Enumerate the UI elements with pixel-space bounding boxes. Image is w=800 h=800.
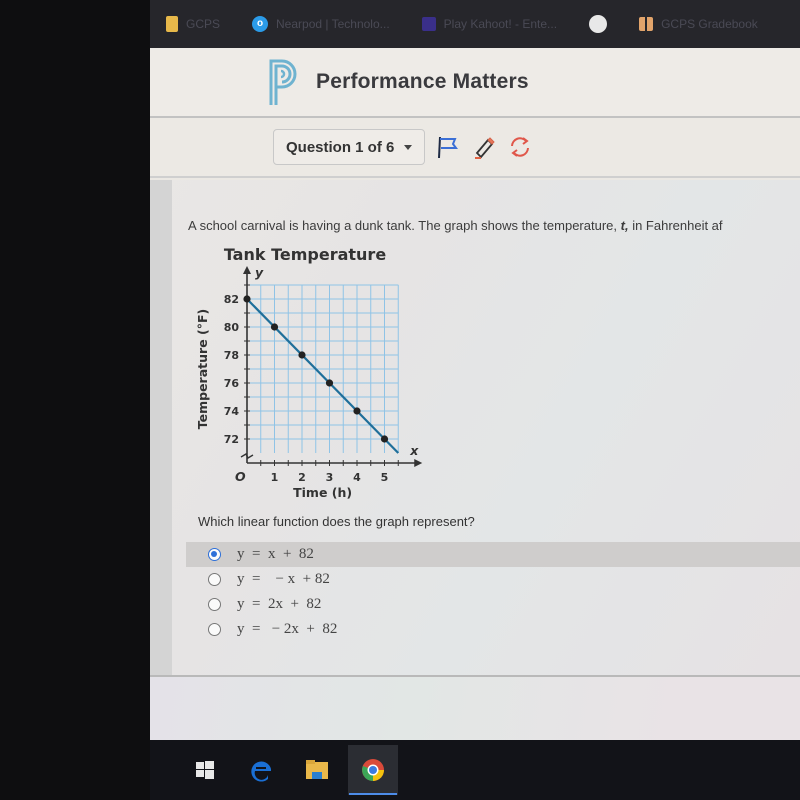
pencil-icon[interactable] bbox=[471, 134, 497, 160]
tank-temperature-chart: Tank Temperature y x O 1 2 3 4 5 72 74 76 78 80 82 Time… bbox=[195, 240, 423, 510]
answer-option[interactable]: y = 2x + 82 bbox=[186, 592, 800, 617]
question-prompt: A school carnival is having a dunk tank.… bbox=[188, 218, 723, 233]
y-tick-label: 72 bbox=[224, 433, 239, 446]
brand-title: Performance Matters bbox=[316, 70, 529, 93]
chrome-icon bbox=[362, 759, 384, 781]
prompt-variable: t, bbox=[620, 218, 629, 233]
x-axis-title: Time (h) bbox=[293, 485, 352, 500]
globe-icon bbox=[589, 15, 608, 33]
footer-band bbox=[150, 675, 800, 740]
data-point bbox=[380, 435, 389, 443]
bookmark-label: GCPS Gradebook bbox=[661, 17, 758, 31]
axis-break-icon bbox=[240, 453, 254, 459]
chart-title: Tank Temperature bbox=[224, 245, 386, 264]
series-line bbox=[246, 298, 400, 454]
chart-svg: Tank Temperaturey x O 1 2 3 4 5 72 74 76 78 80 82 Time… bbox=[195, 245, 423, 500]
question-select[interactable]: Question 1 of 6 bbox=[273, 129, 426, 165]
taskbar-start[interactable] bbox=[180, 745, 230, 795]
windows-start-icon bbox=[196, 761, 214, 779]
bookmark-gradebook[interactable]: GCPS Gradebook bbox=[639, 17, 758, 31]
data-point bbox=[270, 323, 279, 331]
bookmark-nearpod[interactable]: o Nearpod | Technolo... bbox=[252, 16, 390, 32]
bookmark-label: GCPS bbox=[186, 17, 221, 31]
flag-icon[interactable] bbox=[435, 134, 461, 160]
radio-icon[interactable] bbox=[208, 598, 221, 611]
folder-icon bbox=[166, 16, 178, 32]
y-tick-label: 80 bbox=[224, 321, 240, 334]
prompt-text: A school carnival is having a dunk tank.… bbox=[188, 218, 621, 233]
y-tick-label: 76 bbox=[224, 377, 240, 390]
data-point bbox=[353, 407, 361, 415]
taskbar-file-explorer[interactable] bbox=[292, 745, 342, 795]
edge-icon bbox=[251, 761, 271, 782]
radio-selected-icon[interactable] bbox=[208, 548, 221, 561]
bookmark-label: Play Kahoot! - Ente... bbox=[443, 17, 558, 31]
x-axis-letter: x bbox=[409, 443, 419, 458]
question-ask: Which linear function does the graph rep… bbox=[198, 514, 475, 529]
y-axis-arrow-icon bbox=[243, 266, 251, 274]
taskbar bbox=[150, 740, 800, 800]
answer-option[interactable]: y = x + 82 bbox=[186, 542, 800, 567]
x-axis-arrow-icon bbox=[414, 459, 423, 467]
x-tick-label: 2 bbox=[298, 471, 306, 484]
y-tick-label: 82 bbox=[224, 293, 239, 306]
bookmark-label: Nearpod | Technolo... bbox=[276, 17, 390, 31]
refresh-icon[interactable] bbox=[507, 134, 533, 160]
page: Performance Matters Question 1 of 6 A sc… bbox=[150, 48, 800, 740]
bookmark-kahoot[interactable]: Play Kahoot! - Ente... bbox=[421, 17, 558, 31]
answer-option[interactable]: y = − 2x + 82 bbox=[186, 617, 800, 642]
app-header: Performance Matters bbox=[150, 48, 800, 118]
performance-matters-logo bbox=[268, 57, 302, 107]
bookmark-globe[interactable] bbox=[589, 15, 608, 33]
data-point bbox=[243, 295, 251, 303]
prompt-text-end: in Fahrenheit af bbox=[628, 218, 723, 233]
chevron-down-icon bbox=[404, 144, 413, 150]
taskbar-chrome[interactable] bbox=[348, 745, 398, 795]
answer-option-label: y = − x + 82 bbox=[237, 571, 330, 587]
y-tick-label: 74 bbox=[224, 405, 240, 418]
left-strip bbox=[150, 180, 172, 675]
x-tick-label: 3 bbox=[326, 471, 334, 484]
data-point bbox=[325, 379, 334, 387]
question-select-label: Question 1 of 6 bbox=[286, 138, 395, 156]
radio-icon[interactable] bbox=[208, 623, 221, 636]
logo-icon bbox=[269, 59, 297, 105]
bookmark-gcps[interactable]: GCPS bbox=[166, 16, 220, 32]
kahoot-icon bbox=[421, 17, 436, 31]
bookmarks-bar: GCPS o Nearpod | Technolo... Play Kahoot… bbox=[150, 0, 800, 48]
question-content: A school carnival is having a dunk tank.… bbox=[150, 180, 800, 675]
radio-icon[interactable] bbox=[208, 573, 221, 586]
taskbar-edge[interactable] bbox=[236, 745, 286, 795]
apps-icon bbox=[639, 17, 654, 31]
x-tick-label: 4 bbox=[353, 471, 361, 484]
y-axis-title: Temperature (°F) bbox=[195, 309, 210, 429]
question-toolbar: Question 1 of 6 bbox=[150, 118, 800, 178]
answer-option-label: y = 2x + 82 bbox=[237, 596, 322, 612]
x-tick-label: 1 bbox=[271, 471, 279, 484]
answer-option-label: y = x + 82 bbox=[237, 546, 314, 562]
answer-option[interactable]: y = − x + 82 bbox=[186, 567, 800, 592]
x-tick-label: 5 bbox=[381, 471, 389, 484]
file-explorer-icon bbox=[306, 760, 328, 779]
y-tick-label: 78 bbox=[224, 349, 239, 362]
y-axis-letter: y bbox=[255, 265, 264, 280]
answer-options: y = x + 82 y = − x + 82 y = 2x + 82 y = − 2… bbox=[186, 542, 800, 642]
answer-option-label: y = − 2x + 82 bbox=[237, 621, 338, 637]
data-point bbox=[298, 351, 306, 359]
nearpod-icon: o bbox=[252, 16, 269, 32]
origin-label: O bbox=[235, 469, 246, 484]
